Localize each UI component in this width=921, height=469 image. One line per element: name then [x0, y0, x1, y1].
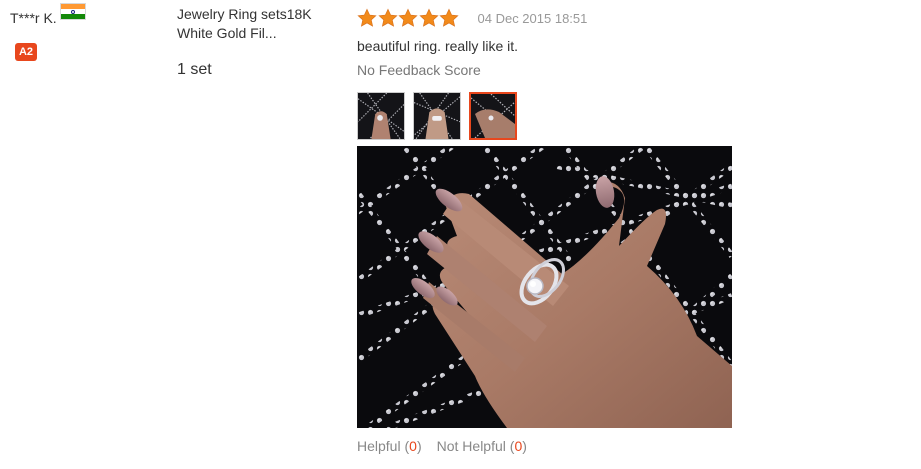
not-helpful-paren-close: ) — [522, 438, 527, 454]
rating-row: 04 Dec 2015 18:51 — [357, 7, 917, 29]
helpfulness-votes: Helpful (0) Not Helpful (0) — [357, 438, 917, 454]
star-rating — [357, 8, 460, 28]
star-icon — [418, 8, 439, 27]
review-content: 04 Dec 2015 18:51 beautiful ring. really… — [357, 7, 917, 454]
star-icon — [377, 8, 398, 27]
review-photo-thumbnail-1[interactable] — [357, 92, 405, 140]
review-text: beautiful ring. really like it. — [357, 38, 519, 54]
product-quantity: 1 set — [177, 61, 212, 78]
star-icon — [439, 8, 459, 27]
review-photo-thumbnail-2[interactable] — [413, 92, 461, 140]
buyer-level-badge: A2 — [15, 43, 37, 61]
review-photo-large[interactable] — [357, 146, 732, 428]
helpful-count: 0 — [409, 438, 417, 454]
product-info: Jewelry Ring sets18K White Gold Fil... 1… — [177, 5, 337, 80]
india-flag-icon — [59, 3, 86, 20]
review-thumbnails — [357, 92, 917, 140]
not-helpful-button[interactable]: Not Helpful (0) — [437, 438, 527, 454]
product-title[interactable]: Jewelry Ring sets18K White Gold Fil... — [177, 5, 337, 43]
buyer-name: T***r K. — [10, 10, 57, 26]
review-date: 04 Dec 2015 18:51 — [477, 10, 588, 26]
star-icon — [357, 8, 377, 27]
not-helpful-label: Not Helpful — [436, 438, 506, 454]
star-icon — [398, 8, 418, 27]
helpful-paren-close: ) — [416, 438, 422, 454]
helpful-label: Helpful — [357, 438, 401, 454]
buyer-info: T***r K. A2 — [10, 3, 160, 61]
helpful-button[interactable]: Helpful (0) — [357, 438, 422, 454]
review-photo-thumbnail-3[interactable] — [469, 92, 517, 140]
feedback-score: No Feedback Score — [357, 62, 481, 78]
